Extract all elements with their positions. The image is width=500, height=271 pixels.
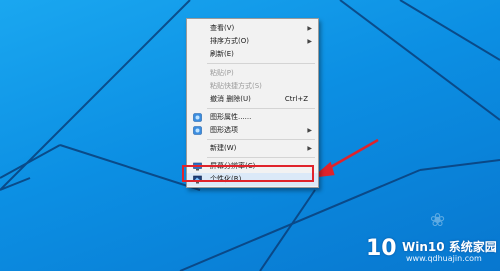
menu-item-new[interactable]: 新建(W) ▶ xyxy=(187,142,318,155)
menu-item-paste: 粘贴(P) xyxy=(187,67,318,80)
menu-item-paste-shortcut: 粘贴快捷方式(S) xyxy=(187,80,318,93)
site-watermark: 10 Win10 系统家园 www.qdhuajin.com xyxy=(362,234,498,268)
watermark-url: www.qdhuajin.com xyxy=(406,254,482,263)
submenu-arrow-icon: ▶ xyxy=(307,25,312,32)
menu-item-view[interactable]: 查看(V) ▶ xyxy=(187,22,318,35)
submenu-arrow-icon: ▶ xyxy=(307,127,312,134)
menu-separator xyxy=(207,157,315,158)
menu-item-label: 撤消 删除(U) xyxy=(210,95,251,103)
menu-item-shortcut: Ctrl+Z xyxy=(284,95,308,103)
menu-separator xyxy=(207,108,315,109)
submenu-arrow-icon: ▶ xyxy=(307,145,312,152)
highlight-box xyxy=(182,165,314,182)
menu-item-graphics-properties[interactable]: 图形属性...... xyxy=(187,111,318,124)
menu-separator xyxy=(207,139,315,140)
context-menu: 查看(V) ▶ 排序方式(O) ▶ 刷新(E) 粘贴(P) 粘贴快捷方式(S) … xyxy=(186,18,319,188)
menu-item-graphics-options[interactable]: 图形选项 ▶ xyxy=(187,124,318,137)
menu-item-sort-by[interactable]: 排序方式(O) ▶ xyxy=(187,35,318,48)
graphics-options-icon xyxy=(193,126,202,135)
menu-item-label: 图形选项 xyxy=(210,126,238,134)
menu-item-undo-delete[interactable]: 撤消 删除(U) Ctrl+Z xyxy=(187,93,318,106)
menu-item-label: 排序方式(O) xyxy=(210,37,249,45)
menu-item-label: 图形属性...... xyxy=(210,113,252,121)
paw-watermark-icon: ❀ xyxy=(430,210,446,231)
menu-separator xyxy=(207,63,315,64)
desktop-background[interactable]: ❀ 查看(V) ▶ 排序方式(O) ▶ 刷新(E) 粘贴(P) 粘贴快捷方式(S… xyxy=(0,0,500,271)
watermark-number: 10 xyxy=(366,236,397,261)
watermark-brand: Win10 系统家园 xyxy=(402,240,497,254)
menu-item-label: 查看(V) xyxy=(210,24,235,32)
menu-item-label: 刷新(E) xyxy=(210,50,234,58)
menu-item-label: 粘贴快捷方式(S) xyxy=(210,82,262,90)
menu-item-refresh[interactable]: 刷新(E) xyxy=(187,48,318,61)
submenu-arrow-icon: ▶ xyxy=(307,38,312,45)
graphics-properties-icon xyxy=(193,113,202,122)
menu-item-label: 新建(W) xyxy=(210,144,237,152)
menu-item-label: 粘贴(P) xyxy=(210,69,234,77)
